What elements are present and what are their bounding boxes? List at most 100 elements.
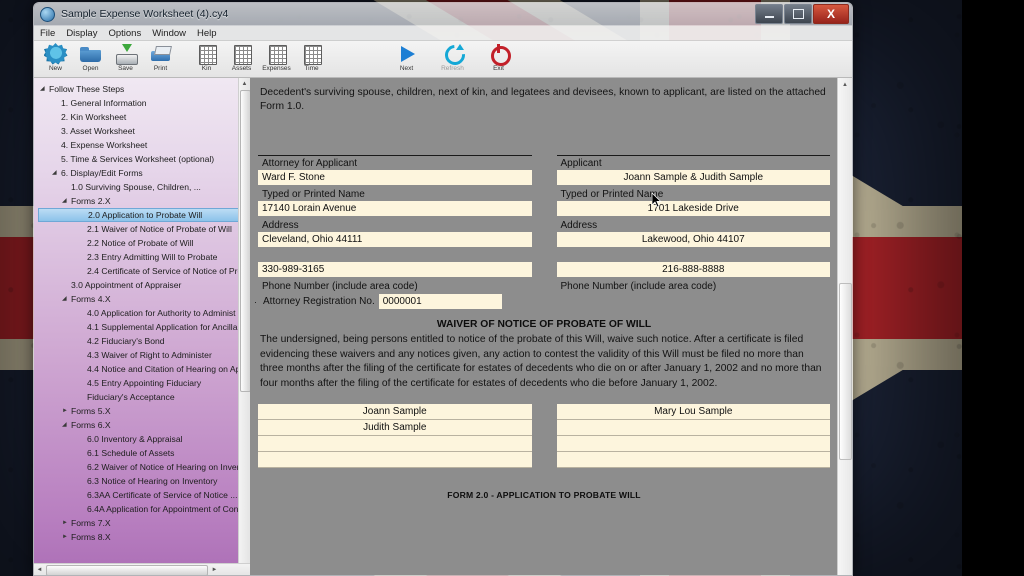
signature-field[interactable]: Mary Lou Sample xyxy=(556,404,830,420)
tree-scroll-thumb[interactable] xyxy=(240,90,250,392)
close-button[interactable]: X xyxy=(813,4,849,24)
tree-hscroll-thumb[interactable] xyxy=(46,564,208,575)
chevron-right-icon[interactable]: ► xyxy=(62,532,71,542)
tree-item[interactable]: 4.2 Fiduciary's Bond xyxy=(38,334,250,348)
desktop-black-bar xyxy=(962,0,1024,576)
attorney-address-field[interactable]: 17140 Lorain Avenue xyxy=(258,201,532,216)
tree-item[interactable]: 2.3 Entry Admitting Will to Probate xyxy=(38,250,250,264)
chevron-down-icon[interactable]: ◢ xyxy=(62,420,71,430)
applicant-phone-field[interactable]: 216-888-8888 xyxy=(556,262,830,277)
tree-item[interactable]: 3. Asset Worksheet xyxy=(38,124,250,138)
tree-item[interactable]: 4.0 Application for Authority to Adminis… xyxy=(38,306,250,320)
menu-item-window[interactable]: Window xyxy=(152,28,186,39)
tree-item[interactable]: 2.1 Waiver of Notice of Probate of Will xyxy=(38,222,250,236)
tree-item[interactable]: 2. Kin Worksheet xyxy=(38,110,250,124)
tree-item[interactable]: 6.4A Application for Appointment of Con xyxy=(38,502,250,516)
signature-field[interactable] xyxy=(258,452,532,468)
tree-scroll-up-icon[interactable]: ▲ xyxy=(239,78,250,89)
signature-field[interactable]: Joann Sample xyxy=(258,404,532,420)
tree-item[interactable]: 1. General Information xyxy=(38,96,250,110)
tree-item-label: 4.5 Entry Appointing Fiduciary xyxy=(87,378,202,388)
tree-item[interactable]: ► Forms 8.X xyxy=(38,530,250,544)
tree-item[interactable]: 4.5 Entry Appointing Fiduciary xyxy=(38,376,250,390)
chevron-down-icon[interactable]: ◢ xyxy=(52,168,61,178)
attorney-phone-field[interactable]: 330-989-3165 xyxy=(258,262,532,277)
toolbar-label-open: Open xyxy=(82,65,99,72)
tree-item[interactable]: 6.1 Schedule of Assets xyxy=(38,446,250,460)
toolbar-button-expenses[interactable]: Expenses xyxy=(259,41,294,77)
signature-field[interactable]: Judith Sample xyxy=(258,420,532,436)
toolbar-button-next[interactable]: Next xyxy=(389,41,424,77)
chevron-right-icon[interactable]: ► xyxy=(62,406,71,416)
toolbar-button-exit[interactable]: Exit xyxy=(481,41,516,77)
tree-item[interactable]: 5. Time & Services Worksheet (optional) xyxy=(38,152,250,166)
tree-vertical-scrollbar[interactable]: ▲ xyxy=(238,78,250,564)
maximize-button[interactable] xyxy=(784,4,812,24)
toolbar-button-open[interactable]: Open xyxy=(73,41,108,77)
applicant-name-field[interactable]: Joann Sample & Judith Sample xyxy=(556,170,830,185)
tree-item[interactable]: 4.4 Notice and Citation of Hearing on Ap xyxy=(38,362,250,376)
menu-item-file[interactable]: File xyxy=(40,28,55,39)
applicant-address-field[interactable]: 1701 Lakeside Drive xyxy=(556,201,830,216)
attorney-registration-field[interactable]: 0000001 xyxy=(378,294,502,309)
tree-item[interactable]: 6.3 Notice of Hearing on Inventory xyxy=(38,474,250,488)
attorney-city-field[interactable]: Cleveland, Ohio 44111 xyxy=(258,232,532,247)
tree-item-label: 6.0 Inventory & Appraisal xyxy=(87,434,183,444)
toolbar-button-time[interactable]: Time xyxy=(294,41,329,77)
signature-field[interactable] xyxy=(556,452,830,468)
signature-field[interactable] xyxy=(556,436,830,452)
tree-item-label: Forms 6.X xyxy=(71,420,111,430)
signature-field[interactable] xyxy=(556,420,830,436)
tree-item[interactable]: 1.0 Surviving Spouse, Children, ... xyxy=(38,180,250,194)
chevron-down-icon[interactable]: ◢ xyxy=(62,196,71,206)
toolbar: New Open Save Print Kin Assets Expenses xyxy=(34,41,852,78)
tree-item[interactable]: 4. Expense Worksheet xyxy=(38,138,250,152)
toolbar-button-print[interactable]: Print xyxy=(143,41,178,77)
toolbar-label-next: Next xyxy=(399,65,414,72)
tree-item[interactable]: 3.0 Appointment of Appraiser xyxy=(38,278,250,292)
toolbar-button-save[interactable]: Save xyxy=(108,41,143,77)
tree-item[interactable]: 6.0 Inventory & Appraisal xyxy=(38,432,250,446)
tree-item[interactable]: ◢ Forms 4.X xyxy=(38,292,250,306)
tree-item[interactable]: ◢ Forms 2.X xyxy=(38,194,250,208)
tree-scroll-right-icon[interactable]: ► xyxy=(209,567,220,573)
applicant-city-field[interactable]: Lakewood, Ohio 44107 xyxy=(556,232,830,247)
application-window: Sample Expense Worksheet (4).cy4 X File … xyxy=(33,2,853,576)
attorney-name-label: Typed or Printed Name xyxy=(262,189,365,200)
tree-item[interactable]: 2.2 Notice of Probate of Will xyxy=(38,236,250,250)
document-vertical-scrollbar[interactable]: ▲ xyxy=(837,78,852,575)
menu-item-display[interactable]: Display xyxy=(66,28,97,39)
window-title-bar[interactable]: Sample Expense Worksheet (4).cy4 X xyxy=(34,3,852,26)
tree-item-label: 4.1 Supplemental Application for Ancilla… xyxy=(87,322,241,332)
tree-item[interactable]: ◢ Follow These Steps xyxy=(38,82,250,96)
tree-item[interactable]: 2.0 Application to Probate Will xyxy=(38,208,246,222)
toolbar-button-assets[interactable]: Assets xyxy=(224,41,259,77)
tree-item-label: 5. Time & Services Worksheet (optional) xyxy=(61,154,215,164)
toolbar-button-new[interactable]: New xyxy=(38,41,73,77)
chevron-down-icon[interactable]: ◢ xyxy=(40,84,49,94)
doc-scroll-up-icon[interactable]: ▲ xyxy=(838,78,852,91)
signature-field[interactable] xyxy=(258,436,532,452)
tree-item[interactable]: 4.3 Waiver of Right to Administer xyxy=(38,348,250,362)
tree-item[interactable]: ► Forms 5.X xyxy=(38,404,250,418)
menu-item-options[interactable]: Options xyxy=(108,28,141,39)
tree-scroll-left-icon[interactable]: ◄ xyxy=(34,567,45,573)
tree-item[interactable]: 6.2 Waiver of Notice of Hearing on Inven xyxy=(38,460,250,474)
menu-item-help[interactable]: Help xyxy=(197,28,217,39)
tree-item[interactable]: ◢ 6. Display/Edit Forms xyxy=(38,166,250,180)
tree-item[interactable]: 4.1 Supplemental Application for Ancilla… xyxy=(38,320,250,334)
chevron-down-icon[interactable]: ◢ xyxy=(62,294,71,304)
tree-item[interactable]: ► Forms 7.X xyxy=(38,516,250,530)
applicant-name-label: Typed or Printed Name xyxy=(560,189,664,200)
tree-item[interactable]: ◢ Forms 6.X xyxy=(38,418,250,432)
tree-item[interactable]: 6.3AA Certificate of Service of Notice .… xyxy=(38,488,250,502)
chevron-right-icon[interactable]: ► xyxy=(62,518,71,528)
tree-item[interactable]: 2.4 Certificate of Service of Notice of … xyxy=(38,264,250,278)
toolbar-button-refresh[interactable]: Refresh xyxy=(435,41,470,77)
toolbar-button-kin[interactable]: Kin xyxy=(189,41,224,77)
attorney-name-field[interactable]: Ward F. Stone xyxy=(258,170,532,185)
tree-item[interactable]: Fiduciary's Acceptance xyxy=(38,390,250,404)
minimize-button[interactable] xyxy=(755,4,783,24)
tree-horizontal-scrollbar[interactable]: ◄ ► xyxy=(34,563,250,575)
doc-scroll-thumb[interactable] xyxy=(839,283,852,460)
